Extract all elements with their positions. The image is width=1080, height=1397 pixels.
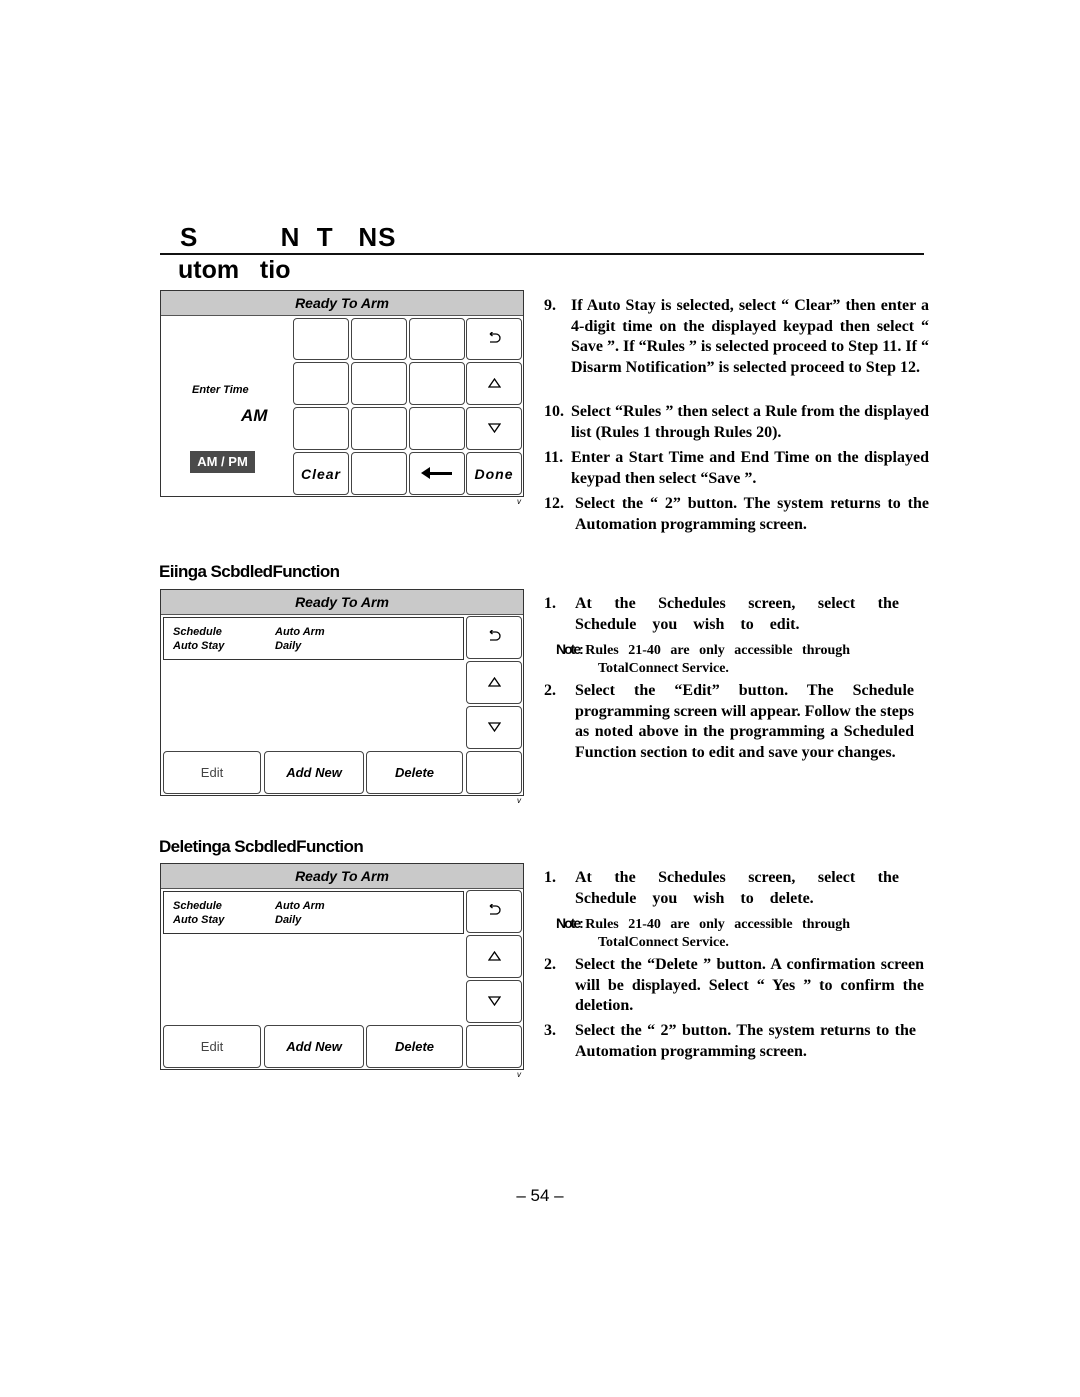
delete-step-3: 3. Select the “ 2” button. The system re… [544, 1022, 916, 1060]
schedule-label: Schedule [173, 900, 222, 912]
delete-button[interactable]: Delete [366, 751, 463, 794]
delete-step-2: 2. Select the “Delete ” button. A confir… [544, 956, 924, 1014]
screen-status-header: Ready To Arm [161, 590, 523, 615]
delete-button-label: Delete [394, 765, 435, 780]
figure-mark: v [517, 796, 521, 805]
delete-button-label: Delete [394, 1039, 435, 1054]
scroll-down-button[interactable] [466, 980, 522, 1023]
subsection-title: utom tio [178, 256, 291, 284]
section-title: S N T NS [180, 222, 397, 252]
page-number: – 54 – [516, 1186, 564, 1205]
schedules-screen-delete: Ready To Arm Schedule Auto Stay Auto Arm… [160, 863, 524, 1070]
note-label: Note: [556, 641, 584, 657]
up-triangle-icon [487, 948, 501, 966]
left-arrow-icon [421, 467, 452, 479]
blank-key[interactable] [466, 1025, 522, 1068]
delete-step-1: 1. At the Schedules screen, select the S… [544, 869, 899, 907]
schedule-type: Auto Stay [173, 914, 225, 926]
keypad-key[interactable] [293, 407, 349, 450]
delete-note: Note: Rules 21-40 are only accessible th… [556, 914, 906, 952]
edit-button-label: Edit [200, 1039, 224, 1054]
keypad-key[interactable] [351, 452, 407, 495]
step-12: 12. Select the “ 2” button. The system r… [544, 495, 929, 533]
figure-mark: v [517, 1070, 521, 1079]
up-triangle-icon [487, 375, 501, 393]
screen-status-header: Ready To Arm [161, 291, 523, 316]
step-9: 9. If Auto Stay is selected, select “ Cl… [544, 297, 929, 376]
keypad-key[interactable] [293, 318, 349, 360]
edit-note: Note: Rules 21-40 are only accessible th… [556, 640, 906, 678]
keypad-key[interactable] [351, 318, 407, 360]
scroll-up-button[interactable] [466, 661, 522, 704]
backspace-button[interactable] [409, 452, 465, 495]
schedule-label: Schedule [173, 626, 222, 638]
edit-step-2: 2. Select the “Edit” button. The Schedul… [544, 682, 914, 761]
schedule-frequency: Daily [275, 914, 302, 926]
back-button[interactable] [466, 890, 522, 933]
return-icon [487, 331, 501, 346]
note-label: Note: [556, 915, 584, 931]
done-button[interactable]: Done [466, 452, 522, 495]
blank-key[interactable] [466, 751, 522, 794]
deleting-heading: Deletinga ScbdledFunction [159, 837, 364, 856]
am-pm-button[interactable]: AM / PM [190, 451, 255, 473]
scroll-down-button[interactable] [466, 706, 522, 749]
screen-status-header: Ready To Arm [161, 864, 523, 889]
scroll-up-button[interactable] [466, 362, 522, 405]
return-icon [487, 902, 501, 921]
step-11: 11. Enter a Start Time and End Time on t… [544, 449, 929, 487]
editing-heading: Eiinga ScbdledFunction [159, 562, 340, 581]
add-new-button[interactable]: Add New [264, 751, 364, 794]
keypad-key[interactable] [409, 362, 465, 405]
enter-time-screen: Ready To Arm Enter Time AM AM / PM Clear… [160, 290, 524, 497]
keypad-key[interactable] [409, 407, 465, 450]
section-divider [160, 253, 924, 255]
up-triangle-icon [487, 674, 501, 692]
done-button-label: Done [474, 465, 514, 482]
back-button[interactable] [466, 616, 522, 659]
scroll-down-button[interactable] [466, 407, 522, 450]
keypad-key[interactable] [351, 407, 407, 450]
clear-button[interactable]: Clear [293, 452, 349, 495]
keypad-key[interactable] [293, 362, 349, 405]
down-triangle-icon [487, 719, 501, 737]
edit-step-1: 1. At the Schedules screen, select the S… [544, 595, 899, 633]
down-triangle-icon [487, 993, 501, 1011]
figure-mark: v [517, 497, 521, 506]
enter-time-label: Enter Time [192, 384, 249, 396]
schedule-type: Auto Stay [173, 640, 225, 652]
schedules-screen-edit: Ready To Arm Schedule Auto Stay Auto Arm… [160, 589, 524, 796]
delete-button[interactable]: Delete [366, 1025, 463, 1068]
clear-button-label: Clear [300, 465, 342, 482]
schedule-list-item[interactable]: Schedule Auto Stay Auto Arm Daily [163, 617, 464, 660]
schedule-list-item[interactable]: Schedule Auto Stay Auto Arm Daily [163, 891, 464, 934]
schedule-action: Auto Arm [275, 900, 325, 912]
back-button[interactable] [466, 318, 522, 360]
add-new-button-label: Add New [286, 1039, 342, 1054]
schedule-frequency: Daily [275, 640, 302, 652]
schedule-action: Auto Arm [275, 626, 325, 638]
keypad-key[interactable] [409, 318, 465, 360]
edit-button[interactable]: Edit [163, 751, 261, 794]
note-text: Rules 21-40 are only accessible through [585, 917, 851, 932]
add-new-button-label: Add New [286, 765, 342, 780]
return-icon [487, 628, 501, 647]
scroll-up-button[interactable] [466, 935, 522, 978]
step-10: 10. Select “Rules ” then select a Rule f… [544, 403, 929, 441]
edit-button[interactable]: Edit [163, 1025, 261, 1068]
add-new-button[interactable]: Add New [264, 1025, 364, 1068]
am-indicator: AM [241, 406, 268, 425]
note-text-2: TotalConnect Service. [598, 661, 729, 676]
keypad-key[interactable] [351, 362, 407, 405]
edit-button-label: Edit [200, 765, 224, 780]
note-text-2: TotalConnect Service. [598, 935, 729, 950]
down-triangle-icon [487, 420, 501, 438]
note-text: Rules 21-40 are only accessible through [585, 643, 851, 658]
